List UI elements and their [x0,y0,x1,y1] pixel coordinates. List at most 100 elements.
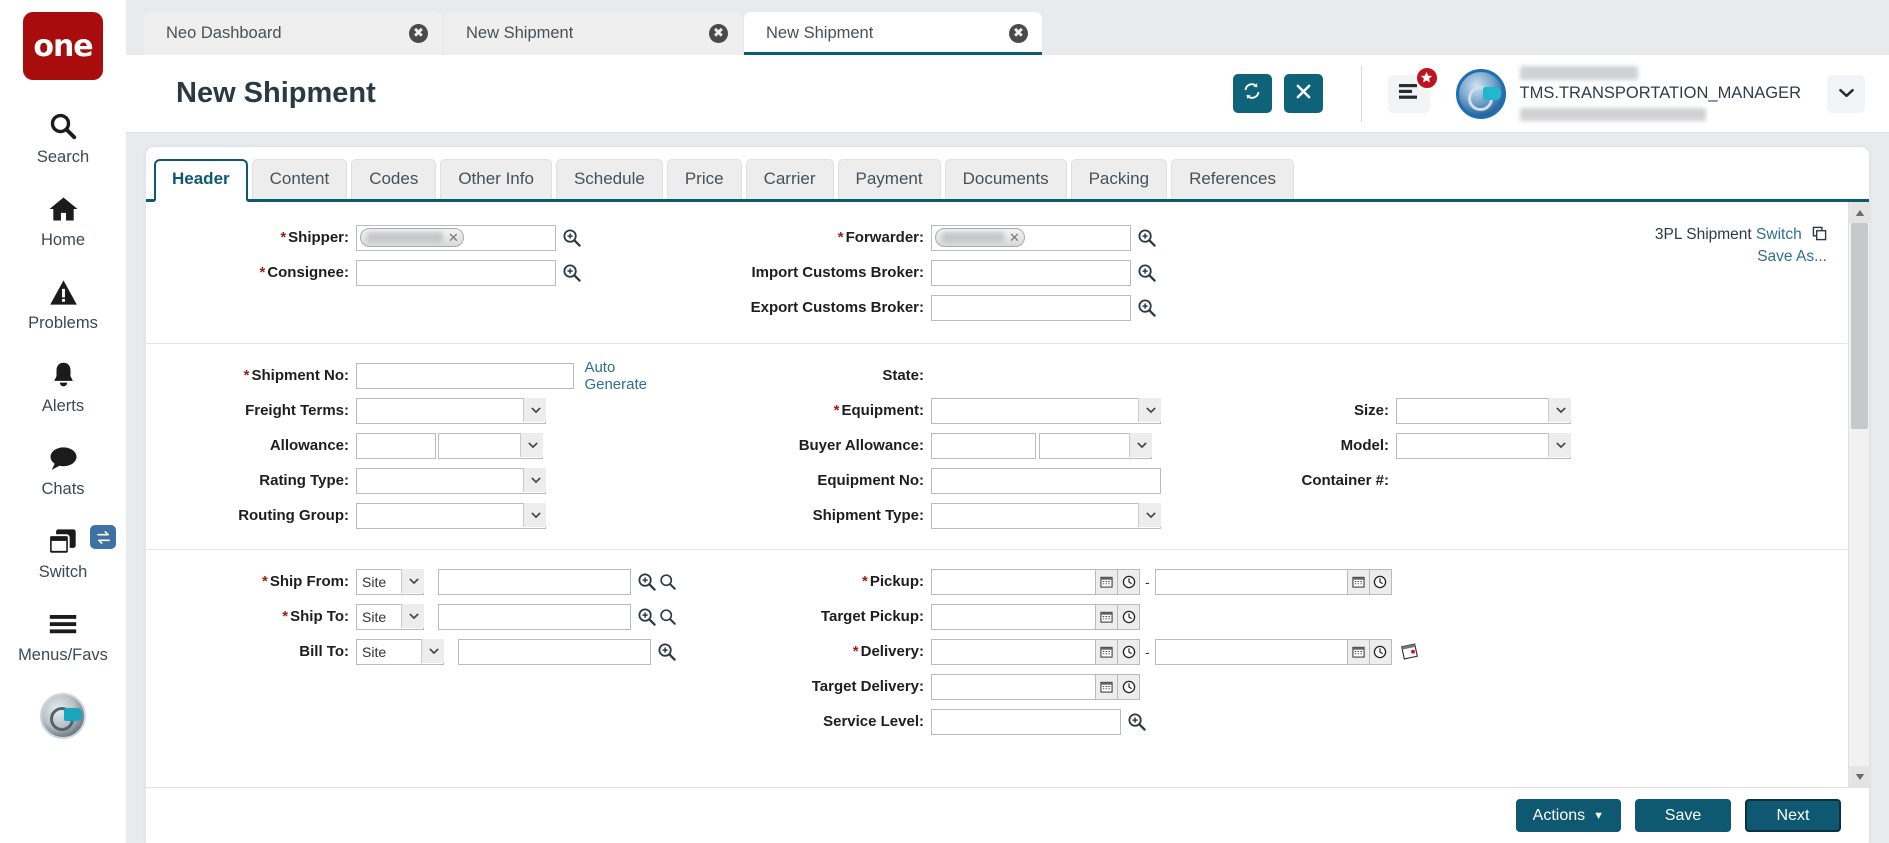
ship-from-input[interactable] [438,569,631,595]
next-button[interactable]: Next [1745,799,1841,832]
clock-icon[interactable] [1370,569,1392,595]
copy-icon[interactable] [1812,226,1827,243]
close-icon[interactable]: ✕ [448,231,459,244]
equipment-select[interactable] [931,398,1161,424]
calendar-icon[interactable] [1348,639,1370,665]
switch-link[interactable]: Switch [1756,226,1802,243]
scroll-up-button[interactable] [1849,202,1869,223]
forwarder-search-button[interactable] [1137,228,1156,247]
ship-to-type-select[interactable]: Site [356,604,424,630]
tab-content[interactable]: Content [252,159,348,199]
save-as-link[interactable]: Save As... [1757,248,1827,265]
pickup-from-input[interactable] [931,569,1096,595]
tab-other-info[interactable]: Other Info [440,159,552,199]
scroll-down-button[interactable] [1849,766,1869,787]
clock-icon[interactable] [1370,639,1392,665]
consignee-search-button[interactable] [562,263,581,282]
close-icon[interactable]: ✖ [709,24,728,43]
consignee-input[interactable] [356,260,556,286]
user-menu-button[interactable] [1827,75,1865,113]
sidebar-item-alerts[interactable]: Alerts [8,355,118,416]
ship-to-input[interactable] [438,604,631,630]
clock-icon[interactable] [1118,604,1140,630]
ship-from-search-button[interactable] [659,573,676,590]
sidebar-item-search[interactable]: Search [8,106,118,167]
shipment-no-input[interactable] [356,363,574,389]
auto-generate-link[interactable]: Auto Generate [584,359,676,393]
tab-references[interactable]: References [1171,159,1294,199]
brand-logo[interactable]: one [23,12,103,80]
allowance-input[interactable] [356,433,436,459]
target-pickup-input[interactable] [931,604,1096,630]
export-customs-broker-search-button[interactable] [1137,298,1156,317]
model-select[interactable] [1396,433,1571,459]
save-button[interactable]: Save [1635,799,1731,832]
vertical-scrollbar[interactable] [1848,202,1869,787]
sidebar-item-switch[interactable]: Switch [8,521,118,582]
calendar-icon[interactable] [1096,569,1118,595]
calendar-icon[interactable] [1096,674,1118,700]
service-level-input[interactable] [931,709,1121,735]
routing-group-select[interactable] [356,503,546,529]
delivery-from-input[interactable] [931,639,1096,665]
service-level-lookup-button[interactable] [1127,712,1146,731]
bill-to-input[interactable] [458,639,651,665]
browser-tab-active[interactable]: New Shipment ✖ [744,12,1042,55]
calendar-icon[interactable] [1096,604,1118,630]
ship-to-lookup-button[interactable] [637,607,656,626]
avatar[interactable] [40,693,86,739]
tab-carrier[interactable]: Carrier [746,159,834,199]
actions-button[interactable]: Actions ▼ [1516,799,1621,832]
ship-to-search-button[interactable] [659,608,676,625]
close-icon[interactable]: ✖ [409,24,428,43]
close-icon[interactable]: ✖ [1009,24,1028,43]
sidebar-item-problems[interactable]: Problems [8,272,118,333]
close-icon[interactable]: ✕ [1009,231,1020,244]
bill-to-lookup-button[interactable] [657,642,676,661]
shipper-search-button[interactable] [562,228,581,247]
size-select[interactable] [1396,398,1571,424]
clock-icon[interactable] [1118,569,1140,595]
import-customs-broker-search-button[interactable] [1137,263,1156,282]
tab-schedule[interactable]: Schedule [556,159,663,199]
browser-tab[interactable]: New Shipment ✖ [444,12,742,55]
buyer-allowance-unit-select[interactable] [1039,433,1152,459]
allowance-unit-select[interactable] [438,433,543,459]
list-menu-button[interactable] [1388,75,1430,113]
target-delivery-input[interactable] [931,674,1096,700]
appointment-button[interactable] [1400,642,1419,661]
shipment-type-select[interactable] [931,503,1161,529]
tab-codes[interactable]: Codes [351,159,436,199]
user-avatar[interactable] [1456,69,1506,119]
delivery-to-input[interactable] [1155,639,1348,665]
export-customs-broker-input[interactable] [931,295,1131,321]
equipment-no-input[interactable] [931,468,1161,494]
tab-payment[interactable]: Payment [838,159,941,199]
calendar-icon[interactable] [1096,639,1118,665]
refresh-button[interactable] [1233,74,1272,113]
clock-icon[interactable] [1118,639,1140,665]
browser-tab[interactable]: Neo Dashboard ✖ [144,12,442,55]
tab-documents[interactable]: Documents [945,159,1067,199]
freight-terms-select[interactable] [356,398,546,424]
bill-to-type-select[interactable]: Site [356,639,444,665]
forwarder-input[interactable]: ✕ [931,225,1131,251]
tab-header[interactable]: Header [154,159,248,202]
tab-packing[interactable]: Packing [1071,159,1167,199]
ship-from-lookup-button[interactable] [637,572,656,591]
buyer-allowance-input[interactable] [931,433,1036,459]
sidebar-item-home[interactable]: Home [8,189,118,250]
calendar-icon[interactable] [1348,569,1370,595]
import-customs-broker-input[interactable] [931,260,1131,286]
tab-price[interactable]: Price [667,159,742,199]
pickup-to-input[interactable] [1155,569,1348,595]
scrollbar-thumb[interactable] [1851,223,1868,429]
shipper-input[interactable]: ✕ [356,225,556,251]
sidebar-item-chats[interactable]: Chats [8,438,118,499]
close-page-button[interactable] [1284,74,1323,113]
swap-arrows-icon[interactable] [90,525,116,549]
sidebar-item-menus-favs[interactable]: Menus/Favs [8,604,118,665]
rating-type-select[interactable] [356,468,546,494]
clock-icon[interactable] [1118,674,1140,700]
ship-from-type-select[interactable]: Site [356,569,424,595]
